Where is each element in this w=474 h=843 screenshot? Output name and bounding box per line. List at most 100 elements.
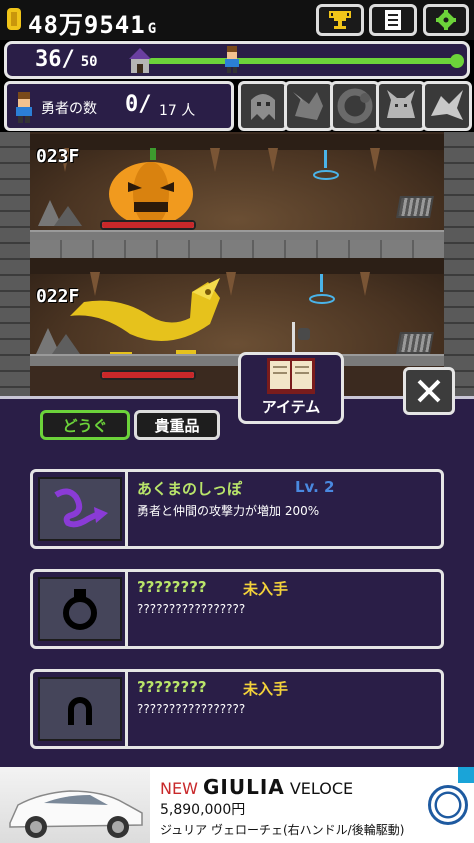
heroes-counter-box: 勇者の数 0/ 17 人 <box>4 81 234 131</box>
floor-progress-bar: 36/ 50 <box>4 41 470 79</box>
monster-hp-bar <box>100 370 196 380</box>
ghost-boss-icon <box>251 94 275 120</box>
ad-new-label: NEW <box>160 779 198 798</box>
card-separator <box>125 672 128 746</box>
item-status: 未入手 <box>243 680 289 698</box>
item-name: あくまのしっぽ <box>137 480 243 498</box>
boss-slot-4[interactable] <box>376 81 426 131</box>
dungeon-room[interactable]: 023F <box>30 134 444 242</box>
floor-grate <box>396 332 434 354</box>
hero-position-icon <box>225 46 239 73</box>
card-separator <box>125 572 128 646</box>
close-icon <box>417 379 441 403</box>
floor-grate <box>396 196 434 218</box>
floor-label: 023F <box>36 146 80 167</box>
settings-button[interactable] <box>423 4 469 36</box>
heroes-max: 17 人 <box>159 103 196 119</box>
item-status: 未入手 <box>243 580 289 598</box>
boss-slot-5[interactable] <box>422 81 472 131</box>
item-name: ???????? <box>137 678 207 696</box>
boss-slot-1[interactable] <box>238 81 288 131</box>
stalactite <box>370 148 380 172</box>
stalactite <box>210 148 220 172</box>
heroes-separator: / <box>138 92 152 117</box>
floor-counter: 36/ 50 <box>35 47 98 72</box>
room-floor <box>30 354 444 366</box>
heroes-count: 0/ <box>125 92 152 117</box>
max-floor: 50 <box>80 54 98 70</box>
item-description: ????????????????? <box>137 702 246 716</box>
gold-amount: 48万9541 G <box>28 5 157 40</box>
ad-banner[interactable]: NEW GIULIA VELOCE 5,890,000円 ジュリア ヴェローチェ… <box>0 767 474 843</box>
right-pillar <box>444 132 474 400</box>
heroes-label: 勇者の数 <box>41 101 97 117</box>
book-icon <box>267 358 315 394</box>
top-bar: 48万9541G ! <box>0 0 474 40</box>
gold-value: 48万9541 <box>28 11 146 39</box>
horseshoe-icon <box>68 697 92 725</box>
hero-avatar-icon <box>16 92 32 123</box>
item-card[interactable]: あくまのしっぽ Lv. 2 勇者と仲間の攻撃力が増加 200% <box>30 469 444 549</box>
monster-hp-fill <box>102 222 194 228</box>
heroes-current: 0 <box>125 92 139 117</box>
pumpkin-monster-icon[interactable] <box>106 148 196 228</box>
close-button[interactable] <box>403 367 455 415</box>
trophy-icon <box>329 11 351 29</box>
wolf-boss-icon <box>387 90 415 118</box>
car-icon <box>9 790 143 838</box>
notes-button[interactable] <box>369 4 417 36</box>
alfa-romeo-logo-icon <box>428 785 468 825</box>
bird-boss-icon <box>431 90 463 120</box>
item-description: ????????????????? <box>137 602 246 616</box>
hero-entrance-icon <box>292 322 310 352</box>
item-icon-frame <box>38 677 122 741</box>
notes-icon <box>385 10 401 30</box>
ad-headline: NEW GIULIA VELOCE <box>160 775 353 799</box>
item-icon-frame <box>38 577 122 641</box>
dragon-boss-icon <box>293 92 323 120</box>
left-pillar <box>0 132 30 400</box>
item-card[interactable]: ???????? 未入手 ????????????????? <box>30 669 444 749</box>
gear-icon <box>436 10 456 30</box>
ad-car-image <box>0 767 150 843</box>
tab-tools[interactable]: どうぐ <box>40 410 130 440</box>
boss-slot-3[interactable] <box>330 81 380 131</box>
ad-price: 5,890,000円 <box>160 802 246 818</box>
progress-track <box>147 58 457 64</box>
trophy-button[interactable] <box>316 4 364 36</box>
stalactite <box>360 272 370 296</box>
dungeon-room[interactable]: 022F <box>30 258 444 380</box>
rocks-icon <box>38 200 82 226</box>
item-menu-label: アイテム <box>261 398 321 416</box>
ad-description: ジュリア ヴェローチェ(右ハンドル/後輪駆動) <box>160 823 405 837</box>
item-description: 勇者と仲間の攻撃力が増加 200% <box>137 504 320 518</box>
monster-hp-fill <box>102 372 194 378</box>
monster-hp-bar <box>100 220 196 230</box>
item-icon-frame <box>38 477 122 541</box>
ad-choices-icon[interactable] <box>458 767 474 783</box>
item-card[interactable]: ???????? 未入手 ????????????????? <box>30 569 444 649</box>
card-separator <box>125 472 128 546</box>
item-name: ???????? <box>137 578 207 596</box>
floor-divider <box>30 240 444 258</box>
serpent-boss-icon <box>337 88 373 124</box>
ad-variant: VELOCE <box>289 779 354 798</box>
progress-end-marker <box>450 54 464 68</box>
ad-model: GIULIA <box>203 775 285 799</box>
devil-tail-icon <box>54 488 108 528</box>
gold-unit: G <box>147 21 158 37</box>
coin-icon <box>7 8 21 30</box>
current-floor: 36 <box>35 47 62 72</box>
water-drip-icon <box>313 150 339 180</box>
floor-separator: / <box>61 47 75 72</box>
room-ceiling <box>30 134 444 150</box>
ring-icon <box>63 589 97 630</box>
item-menu-button[interactable]: アイテム <box>238 352 344 424</box>
boss-slot-2[interactable] <box>284 81 334 131</box>
item-level: Lv. 2 <box>295 478 335 496</box>
tab-valuables[interactable]: 貴重品 <box>134 410 220 440</box>
castle-icon <box>129 48 151 73</box>
dungeon-view: 023F 022F <box>0 132 474 400</box>
water-drip-icon <box>309 274 335 304</box>
stalactite <box>268 148 278 172</box>
